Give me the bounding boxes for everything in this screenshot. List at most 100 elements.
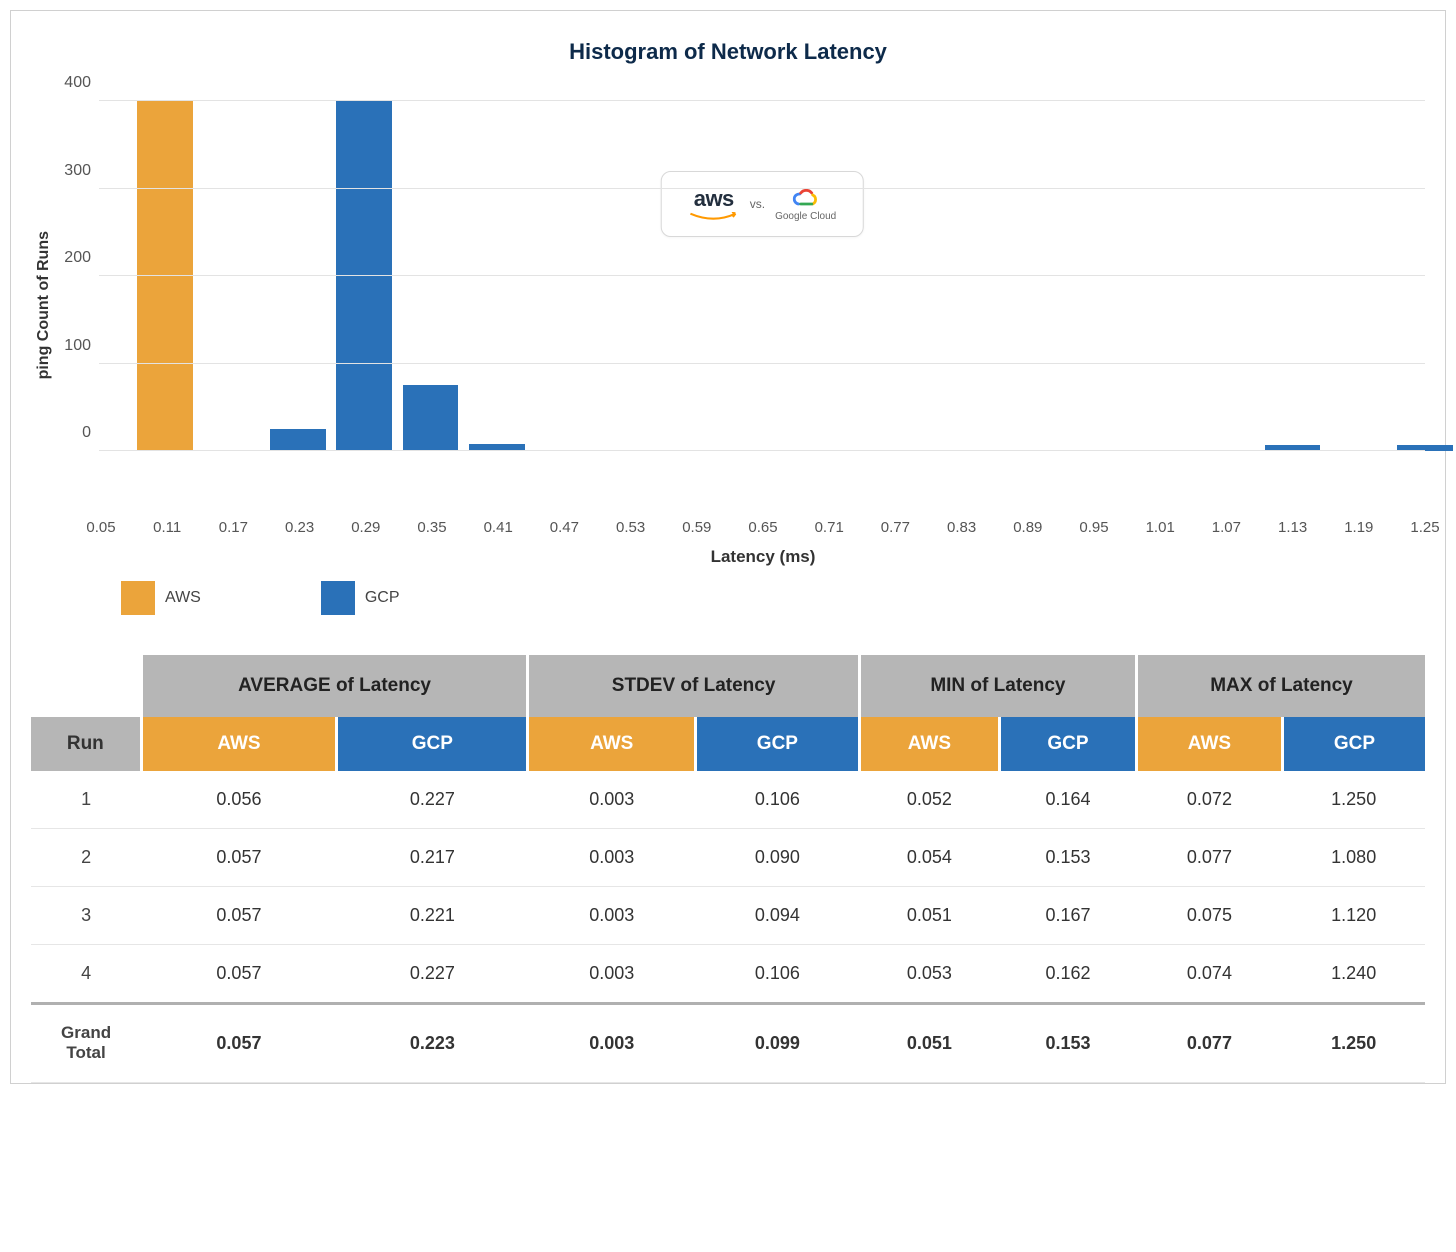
x-tick-label: 0.23: [285, 519, 314, 536]
cell-avg_gcp: 0.217: [337, 829, 528, 887]
gridline: [99, 188, 1425, 189]
gridline: [99, 450, 1425, 451]
legend-item-gcp: GCP: [321, 581, 400, 615]
col-min-aws: AWS: [859, 717, 999, 771]
legend-swatch-aws: [121, 581, 155, 615]
grand-std_aws: 0.003: [528, 1004, 696, 1083]
grand-avg_gcp: 0.223: [337, 1004, 528, 1083]
col-avg-gcp: GCP: [337, 717, 528, 771]
bar-gcp: [270, 429, 326, 451]
x-tick-label: 0.59: [682, 519, 711, 536]
grand-total-label: GrandTotal: [31, 1004, 141, 1083]
group-header-max: MAX of Latency: [1137, 655, 1425, 717]
cell-std_gcp: 0.090: [696, 829, 860, 887]
col-max-gcp: GCP: [1282, 717, 1425, 771]
x-tick-label: 1.07: [1212, 519, 1241, 536]
cell-max_gcp: 1.080: [1282, 829, 1425, 887]
cell-std_gcp: 0.106: [696, 771, 860, 829]
grand-std_gcp: 0.099: [696, 1004, 860, 1083]
legend: AWS GCP: [121, 581, 1425, 615]
cell-avg_aws: 0.056: [141, 771, 337, 829]
table-row: 30.0570.2210.0030.0940.0510.1670.0751.12…: [31, 887, 1425, 945]
cell-min_aws: 0.052: [859, 771, 999, 829]
cell-min_gcp: 0.162: [999, 945, 1136, 1004]
cell-max_aws: 0.077: [1137, 829, 1283, 887]
gridline: [99, 363, 1425, 364]
bar-aws: [137, 101, 193, 451]
col-max-aws: AWS: [1137, 717, 1283, 771]
x-tick-label: 0.53: [616, 519, 645, 536]
cell-avg_aws: 0.057: [141, 829, 337, 887]
x-tick-label: 0.35: [417, 519, 446, 536]
cell-std_aws: 0.003: [528, 771, 696, 829]
legend-label-gcp: GCP: [365, 589, 400, 607]
aws-logo-text: aws: [694, 186, 734, 212]
x-tick-label: 1.25: [1410, 519, 1439, 536]
grand-total-row: GrandTotal0.0570.2230.0030.0990.0510.153…: [31, 1004, 1425, 1083]
cell-avg_aws: 0.057: [141, 945, 337, 1004]
x-tick-label: 1.01: [1146, 519, 1175, 536]
cell-max_aws: 0.074: [1137, 945, 1283, 1004]
grand-avg_aws: 0.057: [141, 1004, 337, 1083]
cell-max_gcp: 1.250: [1282, 771, 1425, 829]
legend-swatch-gcp: [321, 581, 355, 615]
col-avg-aws: AWS: [141, 717, 337, 771]
grand-max_gcp: 1.250: [1282, 1004, 1425, 1083]
group-header-stdev: STDEV of Latency: [528, 655, 859, 717]
gcp-logo-text: Google Cloud: [775, 211, 836, 222]
grand-min_gcp: 0.153: [999, 1004, 1136, 1083]
grand-max_aws: 0.077: [1137, 1004, 1283, 1083]
cell-avg_aws: 0.057: [141, 887, 337, 945]
x-axis-ticks: 0.050.110.170.230.290.350.410.470.530.59…: [101, 519, 1425, 543]
cell-avg_gcp: 0.227: [337, 771, 528, 829]
y-tick-label: 400: [64, 74, 91, 92]
cell-min_aws: 0.053: [859, 945, 999, 1004]
group-header-min: MIN of Latency: [859, 655, 1136, 717]
cell-std_aws: 0.003: [528, 887, 696, 945]
y-axis-label: ping Count of Runs: [31, 231, 53, 379]
gridline: [99, 275, 1425, 276]
x-tick-label: 0.71: [815, 519, 844, 536]
gridline: [99, 100, 1425, 101]
x-tick-label: 0.83: [947, 519, 976, 536]
legend-item-aws: AWS: [121, 581, 201, 615]
y-tick-label: 300: [64, 162, 91, 180]
run-header: Run: [31, 717, 141, 771]
x-tick-label: 0.41: [484, 519, 513, 536]
cell-avg_gcp: 0.221: [337, 887, 528, 945]
provider-badge: aws vs. Google Cloud: [661, 171, 864, 237]
bar-gcp: [336, 101, 392, 451]
cell-max_aws: 0.072: [1137, 771, 1283, 829]
aws-logo: aws: [688, 186, 740, 222]
table-row: 40.0570.2270.0030.1060.0530.1620.0741.24…: [31, 945, 1425, 1004]
table-row: 10.0560.2270.0030.1060.0520.1640.0721.25…: [31, 771, 1425, 829]
cell-max_aws: 0.075: [1137, 887, 1283, 945]
latency-table: AVERAGE of Latency STDEV of Latency MIN …: [31, 655, 1425, 1083]
x-tick-label: 0.17: [219, 519, 248, 536]
gcp-cloud-icon: [793, 187, 819, 209]
cell-std_aws: 0.003: [528, 829, 696, 887]
cell-std_gcp: 0.094: [696, 887, 860, 945]
aws-smile-icon: [688, 212, 740, 222]
cell-std_aws: 0.003: [528, 945, 696, 1004]
x-tick-label: 1.19: [1344, 519, 1373, 536]
bars-layer: [99, 101, 1425, 451]
table-row: 20.0570.2170.0030.0900.0540.1530.0771.08…: [31, 829, 1425, 887]
y-axis-ticks: 0100200300400: [53, 101, 99, 451]
x-tick-label: 0.65: [748, 519, 777, 536]
x-tick-label: 0.47: [550, 519, 579, 536]
cell-max_gcp: 1.120: [1282, 887, 1425, 945]
x-tick-label: 0.05: [86, 519, 115, 536]
x-tick-label: 0.77: [881, 519, 910, 536]
cell-max_gcp: 1.240: [1282, 945, 1425, 1004]
table-sub-header-row: Run AWS GCP AWS GCP AWS GCP AWS GCP: [31, 717, 1425, 771]
legend-label-aws: AWS: [165, 589, 201, 607]
cell-avg_gcp: 0.227: [337, 945, 528, 1004]
cell-min_gcp: 0.153: [999, 829, 1136, 887]
report-container: Histogram of Network Latency ping Count …: [10, 10, 1446, 1084]
col-min-gcp: GCP: [999, 717, 1136, 771]
x-tick-label: 0.89: [1013, 519, 1042, 536]
x-tick-label: 0.29: [351, 519, 380, 536]
group-header-average: AVERAGE of Latency: [141, 655, 528, 717]
y-tick-label: 100: [64, 337, 91, 355]
